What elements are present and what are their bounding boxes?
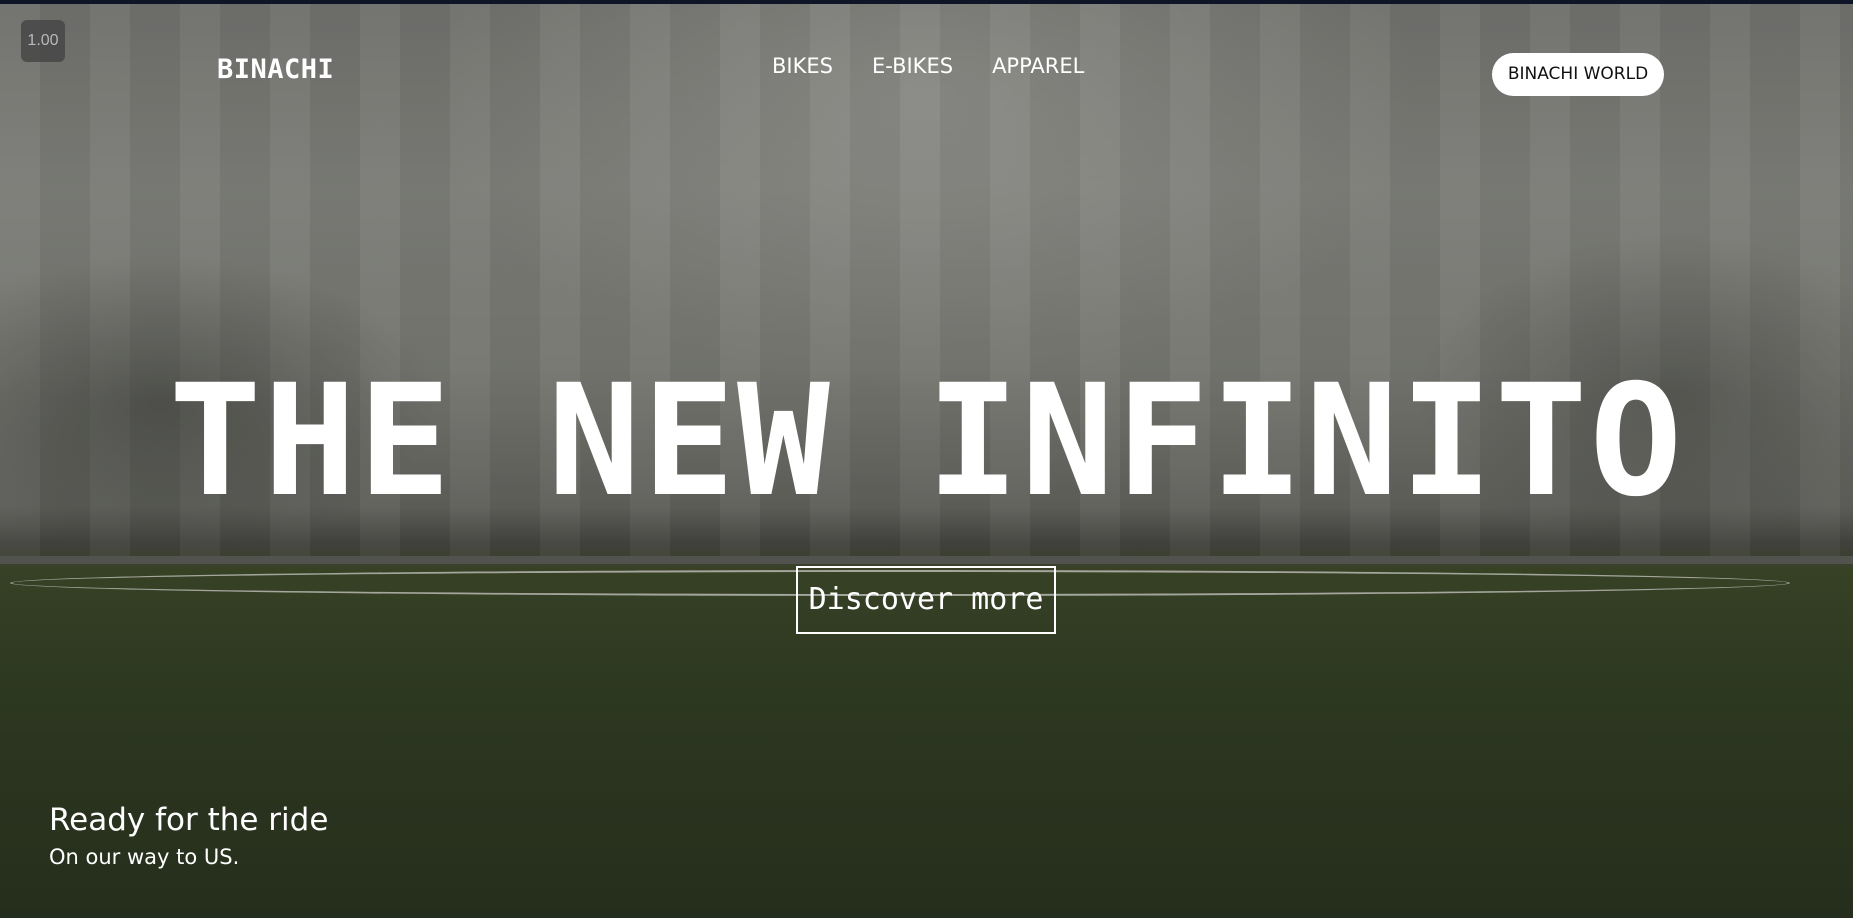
hero-headline: THE NEW INFINITO — [168, 352, 1685, 531]
hero-tagline: Ready for the ride — [49, 802, 329, 838]
hero-section: 1.00 BINACHI BIKES E-BIKES APPAREL BINAC… — [0, 0, 1853, 918]
nav-link-bikes[interactable]: BIKES — [772, 54, 833, 78]
binachi-world-button[interactable]: BINACHI WORLD — [1492, 53, 1664, 96]
nav-link-apparel[interactable]: APPAREL — [992, 54, 1084, 78]
brand-logo[interactable]: BINACHI — [217, 54, 334, 85]
zoom-level-badge: 1.00 — [21, 20, 65, 62]
hero-subtagline: On our way to US. — [49, 845, 240, 869]
main-nav: BIKES E-BIKES APPAREL — [772, 54, 1123, 78]
nav-link-e-bikes[interactable]: E-BIKES — [872, 54, 953, 78]
discover-more-button[interactable]: Discover more — [796, 566, 1056, 634]
